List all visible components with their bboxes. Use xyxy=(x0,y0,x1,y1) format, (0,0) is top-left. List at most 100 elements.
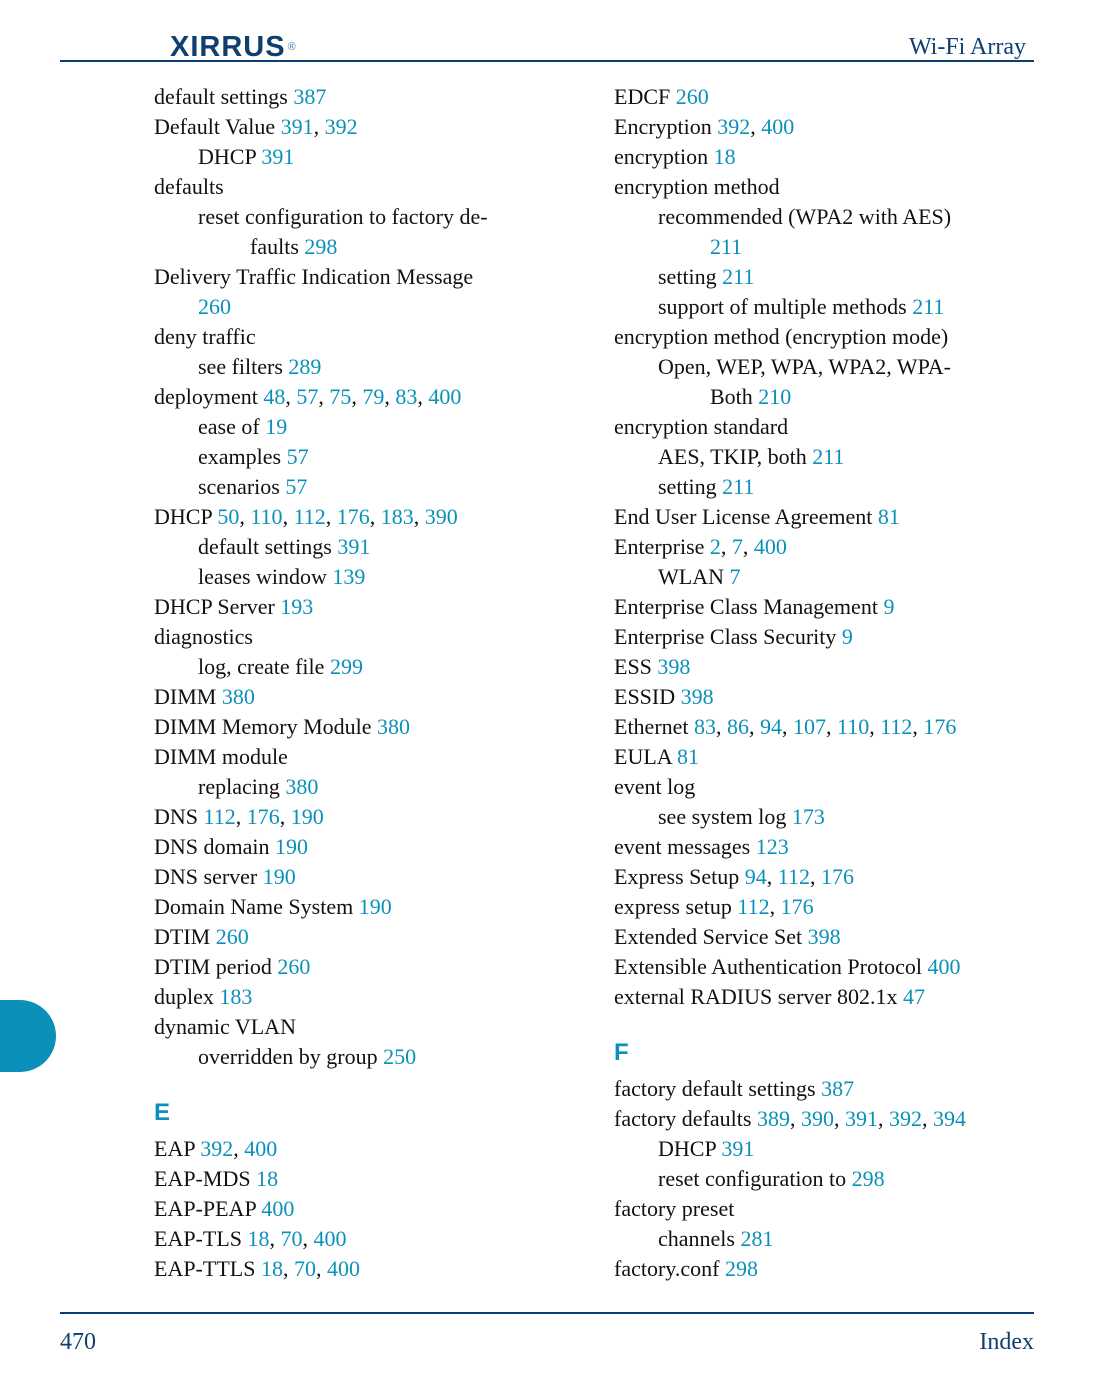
index-page-ref[interactable]: 380 xyxy=(377,714,410,739)
index-entry: Domain Name System 190 xyxy=(154,892,574,922)
index-page-ref[interactable]: 112 xyxy=(737,894,769,919)
index-page-ref[interactable]: 380 xyxy=(285,774,318,799)
index-page-ref[interactable]: 391 xyxy=(281,114,314,139)
index-page-ref[interactable]: 9 xyxy=(842,624,853,649)
index-page-ref[interactable]: 190 xyxy=(291,804,324,829)
index-page-ref[interactable]: 48 xyxy=(263,384,285,409)
index-page-ref[interactable]: 400 xyxy=(428,384,461,409)
index-page-ref[interactable]: 18 xyxy=(261,1256,283,1281)
index-page-ref[interactable]: 19 xyxy=(265,414,287,439)
index-page-ref[interactable]: 211 xyxy=(710,234,742,259)
index-page-ref[interactable]: 176 xyxy=(923,714,956,739)
index-page-ref[interactable]: 299 xyxy=(330,654,363,679)
index-page-ref[interactable]: 211 xyxy=(722,264,754,289)
index-page-ref[interactable]: 123 xyxy=(756,834,789,859)
index-page-ref[interactable]: 81 xyxy=(677,744,699,769)
index-page-ref[interactable]: 400 xyxy=(261,1196,294,1221)
index-page-ref[interactable]: 110 xyxy=(837,714,869,739)
index-page-ref[interactable]: 398 xyxy=(657,654,690,679)
index-page-ref[interactable]: 139 xyxy=(332,564,365,589)
index-page-ref[interactable]: 260 xyxy=(676,84,709,109)
index-page-ref[interactable]: 176 xyxy=(781,894,814,919)
index-page-ref[interactable]: 94 xyxy=(745,864,767,889)
index-page-ref[interactable]: 260 xyxy=(277,954,310,979)
index-page-ref[interactable]: 86 xyxy=(727,714,749,739)
index-page-ref[interactable]: 260 xyxy=(198,294,231,319)
index-page-ref[interactable]: 112 xyxy=(880,714,912,739)
index-page-ref[interactable]: 398 xyxy=(681,684,714,709)
index-page-ref[interactable]: 390 xyxy=(425,504,458,529)
index-page-ref[interactable]: 110 xyxy=(250,504,282,529)
index-page-ref[interactable]: 112 xyxy=(778,864,810,889)
index-page-ref[interactable]: 9 xyxy=(883,594,894,619)
index-entry: ESS 398 xyxy=(614,652,1034,682)
index-page-ref[interactable]: 18 xyxy=(248,1226,270,1251)
index-page-ref[interactable]: 7 xyxy=(732,534,743,559)
index-page-ref[interactable]: 81 xyxy=(878,504,900,529)
index-page-ref[interactable]: 298 xyxy=(852,1166,885,1191)
index-page-ref[interactable]: 70 xyxy=(281,1226,303,1251)
index-page-ref[interactable]: 298 xyxy=(725,1256,758,1281)
index-page-ref[interactable]: 75 xyxy=(329,384,351,409)
index-page-ref[interactable]: 391 xyxy=(261,144,294,169)
index-page-ref[interactable]: 190 xyxy=(359,894,392,919)
index-page-ref[interactable]: 392 xyxy=(889,1106,922,1131)
index-page-ref[interactable]: 392 xyxy=(325,114,358,139)
index-page-ref[interactable]: 281 xyxy=(740,1226,773,1251)
index-page-ref[interactable]: 250 xyxy=(383,1044,416,1069)
index-page-ref[interactable]: 211 xyxy=(722,474,754,499)
index-page-ref[interactable]: 57 xyxy=(287,444,309,469)
index-page-ref[interactable]: 391 xyxy=(337,534,370,559)
index-page-ref[interactable]: 394 xyxy=(933,1106,966,1131)
index-page-ref[interactable]: 400 xyxy=(327,1256,360,1281)
index-page-ref[interactable]: 176 xyxy=(821,864,854,889)
index-page-ref[interactable]: 176 xyxy=(247,804,280,829)
index-page-ref[interactable]: 387 xyxy=(821,1076,854,1101)
index-page-ref[interactable]: 79 xyxy=(362,384,384,409)
index-page-ref[interactable]: 298 xyxy=(304,234,337,259)
index-page-ref[interactable]: 211 xyxy=(912,294,944,319)
index-page-ref[interactable]: 83 xyxy=(395,384,417,409)
index-page-ref[interactable]: 50 xyxy=(217,504,239,529)
index-page-ref[interactable]: 2 xyxy=(710,534,721,559)
index-page-ref[interactable]: 398 xyxy=(808,924,841,949)
index-page-ref[interactable]: 400 xyxy=(754,534,787,559)
index-page-ref[interactable]: 380 xyxy=(222,684,255,709)
index-page-ref[interactable]: 83 xyxy=(694,714,716,739)
index-page-ref[interactable]: 57 xyxy=(296,384,318,409)
index-page-ref[interactable]: 387 xyxy=(293,84,326,109)
index-page-ref[interactable]: 390 xyxy=(801,1106,834,1131)
index-page-ref[interactable]: 211 xyxy=(812,444,844,469)
index-page-ref[interactable]: 392 xyxy=(717,114,750,139)
index-page-ref[interactable]: 18 xyxy=(256,1166,278,1191)
index-page-ref[interactable]: 391 xyxy=(721,1136,754,1161)
index-page-ref[interactable]: 107 xyxy=(793,714,826,739)
index-page-ref[interactable]: 70 xyxy=(294,1256,316,1281)
index-page-ref[interactable]: 400 xyxy=(927,954,960,979)
index-page-ref[interactable]: 400 xyxy=(761,114,794,139)
index-page-ref[interactable]: 193 xyxy=(280,594,313,619)
index-page-ref[interactable]: 7 xyxy=(729,564,740,589)
index-page-ref[interactable]: 112 xyxy=(294,504,326,529)
index-page-ref[interactable]: 400 xyxy=(314,1226,347,1251)
index-page-ref[interactable]: 190 xyxy=(263,864,296,889)
index-page-ref[interactable]: 190 xyxy=(275,834,308,859)
index-page-ref[interactable]: 389 xyxy=(757,1106,790,1131)
index-page-ref[interactable]: 210 xyxy=(758,384,791,409)
index-page-ref[interactable]: 176 xyxy=(337,504,370,529)
index-page-ref[interactable]: 391 xyxy=(845,1106,878,1131)
index-page-ref[interactable]: 57 xyxy=(285,474,307,499)
index-page-ref[interactable]: 400 xyxy=(244,1136,277,1161)
index-page-ref[interactable]: 260 xyxy=(216,924,249,949)
index-entry: see system log 173 xyxy=(614,802,1034,832)
index-page-ref[interactable]: 18 xyxy=(714,144,736,169)
index-page-ref[interactable]: 47 xyxy=(903,984,925,1009)
index-page-ref[interactable]: 173 xyxy=(792,804,825,829)
index-text: recommended (WPA2 with AES) xyxy=(658,204,951,229)
index-page-ref[interactable]: 94 xyxy=(760,714,782,739)
index-page-ref[interactable]: 112 xyxy=(204,804,236,829)
index-page-ref[interactable]: 392 xyxy=(200,1136,233,1161)
index-page-ref[interactable]: 183 xyxy=(381,504,414,529)
index-page-ref[interactable]: 289 xyxy=(288,354,321,379)
index-page-ref[interactable]: 183 xyxy=(219,984,252,1009)
